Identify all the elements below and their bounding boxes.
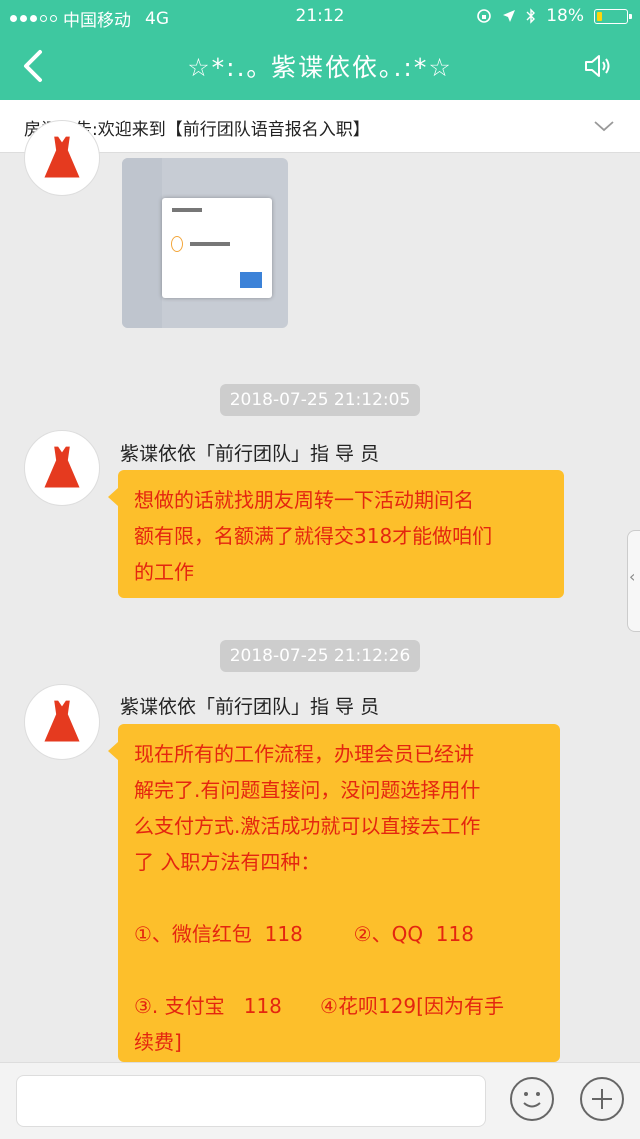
plus-icon[interactable] [580, 1077, 624, 1121]
chevron-down-icon[interactable] [592, 114, 616, 138]
message-input[interactable] [16, 1075, 486, 1127]
message-text: 想做的话就找朋友周转一下活动期间名 额有限，名额满了就得交318才能做咱们 的工… [134, 488, 493, 584]
message-bubble[interactable]: 想做的话就找朋友周转一下活动期间名 额有限，名额满了就得交318才能做咱们 的工… [108, 470, 564, 598]
sender-name: 紫谍依依「前行团队」指 导 员 [120, 443, 380, 465]
timestamp: 2018-07-25 21:12:26 [220, 640, 420, 672]
lock-rotation-icon [477, 9, 492, 23]
location-icon [503, 10, 516, 22]
message-bubble[interactable]: 现在所有的工作流程，办理会员已经讲 解完了.有问题直接问，没问题选择用什 么支付… [108, 724, 560, 1062]
status-right: 18% [476, 6, 632, 26]
chat-title: ☆*:.｡ 紫谍依依｡.:*☆ [187, 53, 453, 82]
avatar[interactable] [24, 684, 100, 760]
nav-bar: ☆*:.｡ 紫谍依依｡.:*☆ [0, 32, 640, 100]
screenshot-dialog [162, 198, 272, 298]
timestamp: 2018-07-25 21:12:05 [220, 384, 420, 416]
screenshot-sidebar [122, 158, 162, 328]
side-drawer-handle[interactable]: ‹ [627, 530, 640, 632]
speaker-icon[interactable] [582, 50, 614, 82]
avatar[interactable] [24, 120, 100, 196]
battery-percent: 18% [546, 6, 584, 26]
chevron-left-small-icon: ‹ [629, 567, 636, 586]
avatar[interactable] [24, 430, 100, 506]
sender-name: 紫谍依依「前行团队」指 导 员 [120, 696, 380, 718]
dress-icon [44, 446, 80, 488]
dress-icon [44, 700, 80, 742]
dress-icon [44, 136, 80, 178]
image-message[interactable] [122, 158, 288, 328]
battery-icon [594, 8, 632, 24]
bluetooth-icon [526, 8, 536, 24]
message-text: 现在所有的工作流程，办理会员已经讲 解完了.有问题直接问，没问题选择用什 么支付… [134, 742, 504, 1054]
emoji-icon[interactable] [510, 1077, 554, 1121]
status-bar: 中国移动 4G 21:12 18% [0, 0, 640, 32]
input-bar [0, 1062, 640, 1139]
